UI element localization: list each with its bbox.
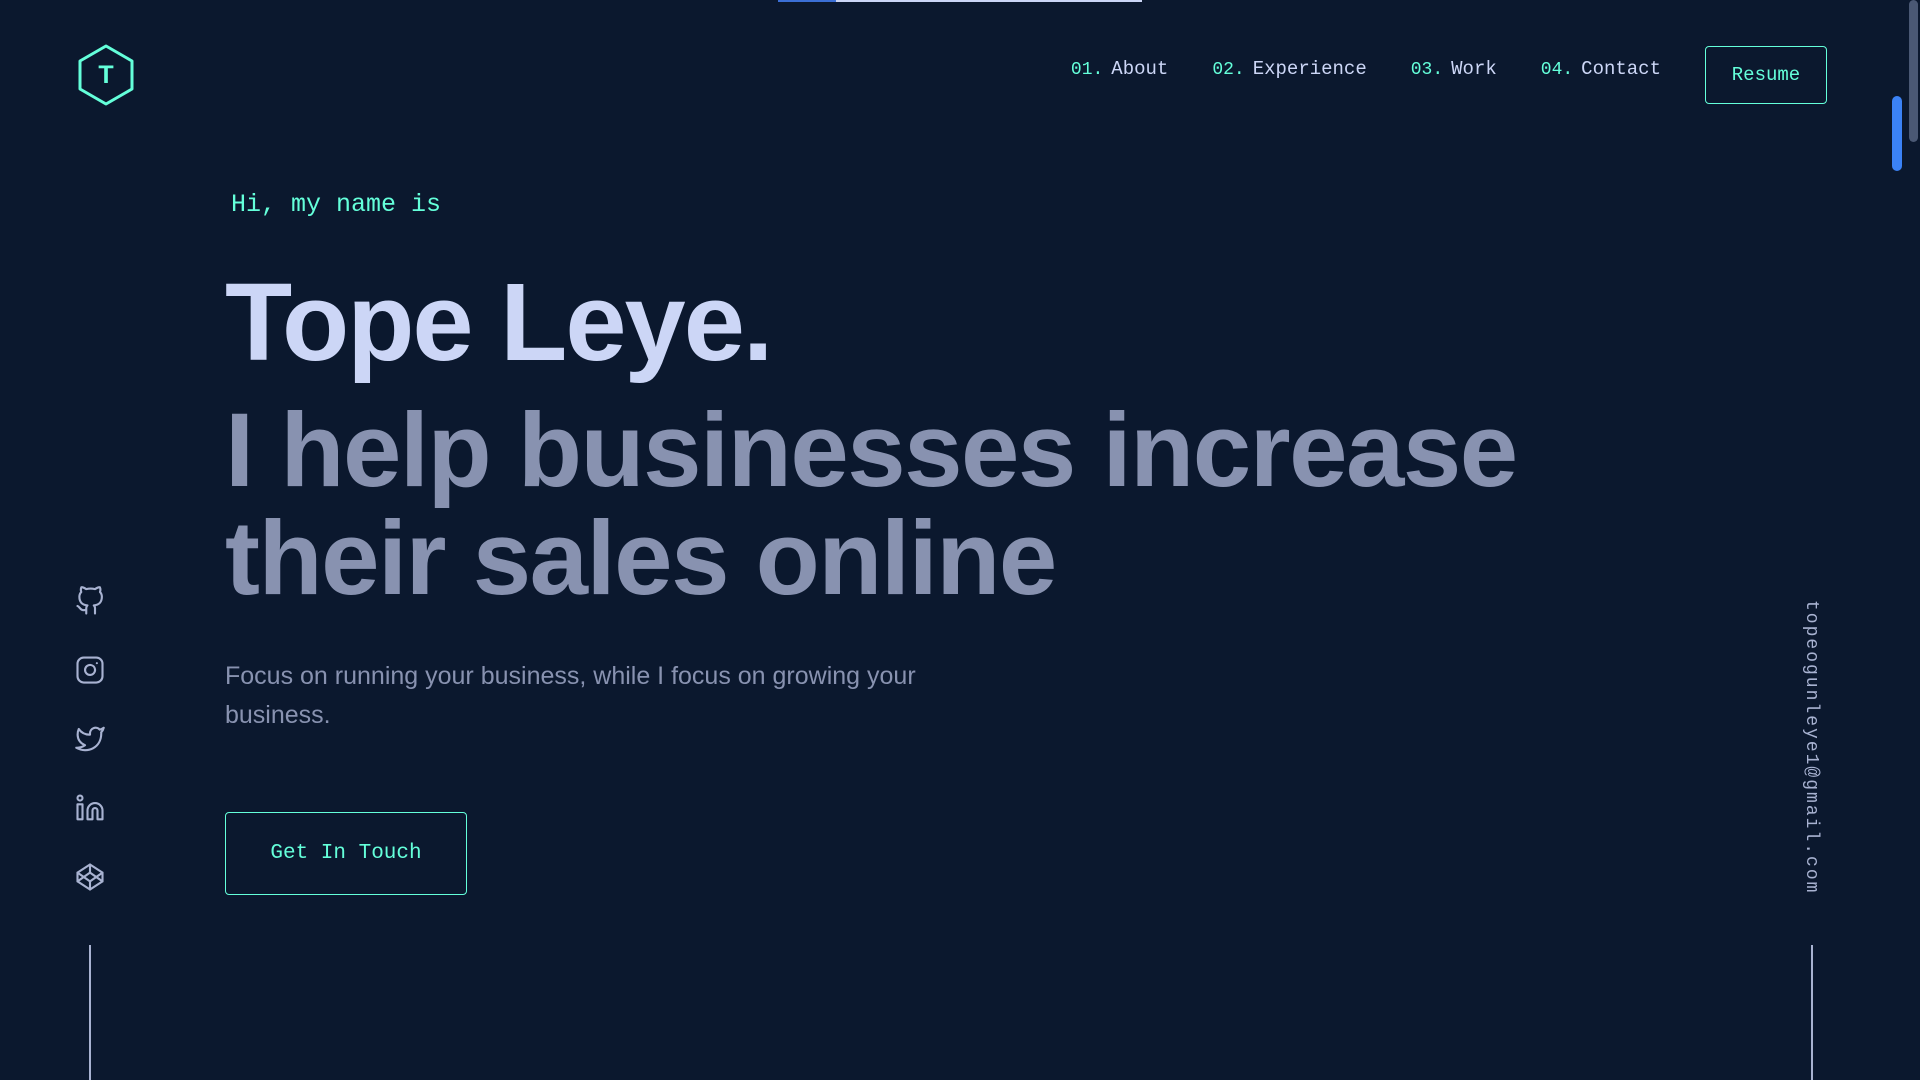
nav-item-work[interactable]: 03. Work xyxy=(1411,58,1497,80)
instagram-icon xyxy=(76,656,104,684)
social-link-twitter[interactable] xyxy=(73,722,107,756)
scrollbar[interactable] xyxy=(1906,0,1920,1080)
logo-letter: T xyxy=(98,60,114,89)
nav-item-about[interactable]: 01. About xyxy=(1071,58,1168,80)
right-divider-line xyxy=(1811,945,1813,1080)
nav-item-number: 01. xyxy=(1070,60,1104,80)
nav-item-contact[interactable]: 04. Contact xyxy=(1541,58,1661,80)
portfolio-page: T 01. About 02. Experience 03. Work 04. Cont… xyxy=(0,0,1920,1080)
nav-item-number: 03. xyxy=(1410,60,1444,80)
social-link-linkedin[interactable] xyxy=(73,791,107,825)
scrollbar-thumb[interactable] xyxy=(1909,0,1918,142)
nav-item-experience[interactable]: 02. Experience xyxy=(1212,58,1366,80)
scroll-progress-bar xyxy=(778,0,1142,2)
hero-name: Tope Leye. xyxy=(225,261,773,384)
social-link-github[interactable] xyxy=(73,584,107,618)
nav-item-number: 04. xyxy=(1540,60,1574,80)
email-sidebar: topeogunleye1@gmail.com xyxy=(1796,600,1826,910)
main-nav: 01. About 02. Experience 03. Work 04. Contac… xyxy=(1071,58,1661,80)
hero-greeting: Hi, my name is xyxy=(231,190,442,219)
scroll-indicator xyxy=(1892,96,1902,171)
nav-item-label: Experience xyxy=(1252,58,1367,80)
codepen-icon xyxy=(76,863,104,891)
nav-item-label: Work xyxy=(1451,58,1497,80)
twitter-icon xyxy=(75,726,105,752)
resume-button[interactable]: Resume xyxy=(1705,46,1827,104)
hero-tagline: I help businesses increase their sales o… xyxy=(225,392,1518,617)
social-links xyxy=(73,584,107,929)
hero-section: Hi, my name is Tope Leye. I help busines… xyxy=(225,185,1625,895)
left-divider-line xyxy=(89,945,91,1080)
hero-description: Focus on running your business, while I … xyxy=(225,662,916,729)
scroll-progress-fill xyxy=(778,0,837,2)
email-link[interactable]: topeogunleye1@gmail.com xyxy=(1801,600,1821,894)
nav-item-number: 02. xyxy=(1212,60,1245,80)
get-in-touch-button[interactable]: Get In Touch xyxy=(225,812,467,895)
linkedin-icon xyxy=(76,794,104,821)
nav-item-label: Contact xyxy=(1581,58,1661,80)
github-icon xyxy=(76,586,103,615)
nav-item-label: About xyxy=(1111,58,1169,80)
social-link-codepen[interactable] xyxy=(73,860,107,894)
social-link-instagram[interactable] xyxy=(73,653,107,687)
logo-link[interactable]: T xyxy=(76,43,136,107)
